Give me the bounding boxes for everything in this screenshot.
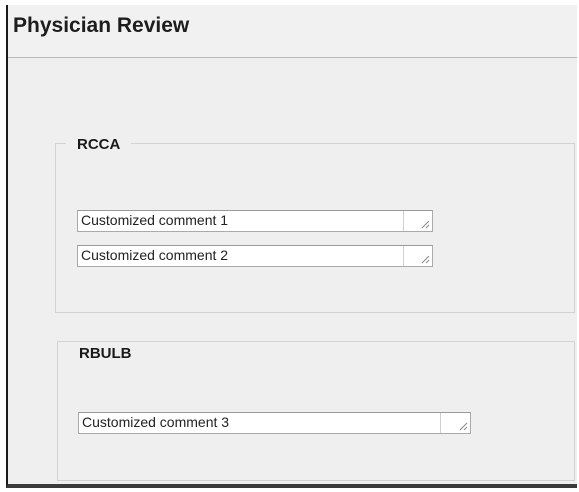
group-rcca-legend: RCCA [66,136,132,153]
rcca-comment-field-1[interactable]: Customized comment 1 [77,210,433,232]
rbulb-comment-field-1[interactable]: Customized comment 3 [78,412,471,434]
group-rbulb-legend: RBULB [68,345,143,362]
rcca-comment-field-2[interactable]: Customized comment 2 [77,245,433,267]
comment-text: Customized comment 3 [82,414,230,430]
panel-title: Physician Review [13,14,190,37]
physician-review-panel: Physician Review RCCA Customized comment… [6,5,577,488]
group-rbulb [57,341,575,481]
field-divider [403,246,404,266]
comment-text: Customized comment 2 [81,247,229,263]
panel-header: Physician Review [8,5,577,58]
resize-grip-icon[interactable] [459,422,468,431]
field-divider [403,211,404,231]
resize-grip-icon[interactable] [421,220,430,229]
resize-grip-icon[interactable] [421,255,430,264]
comment-text: Customized comment 1 [81,212,229,228]
field-divider [440,413,441,433]
